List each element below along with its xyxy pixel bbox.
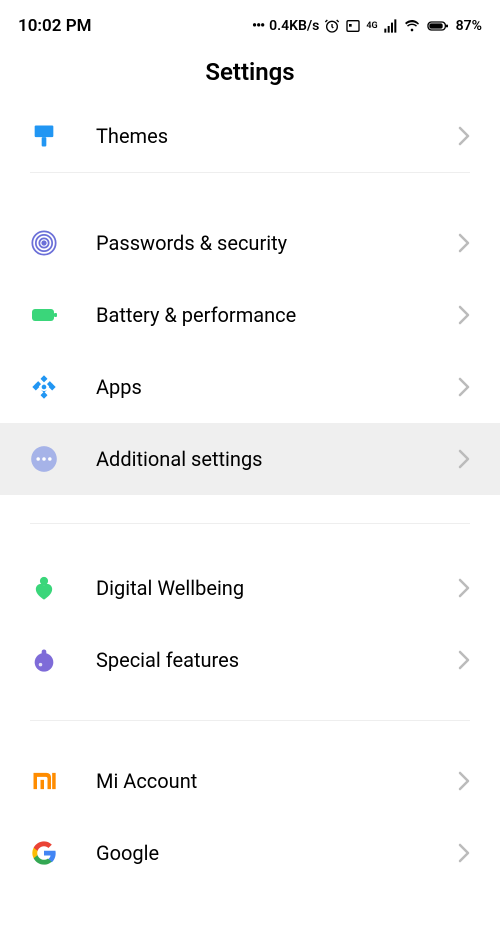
battery-performance-icon xyxy=(30,301,58,329)
chevron-right-icon xyxy=(458,126,470,146)
battery-icon xyxy=(425,18,451,34)
page-title: Settings xyxy=(0,40,500,100)
alarm-icon xyxy=(324,18,340,34)
chevron-right-icon xyxy=(458,449,470,469)
status-time: 10:02 PM xyxy=(18,16,92,36)
item-themes[interactable]: Themes xyxy=(0,100,500,172)
fingerprint-icon xyxy=(30,229,58,257)
google-icon xyxy=(30,839,58,867)
item-passwords-security[interactable]: Passwords & security xyxy=(0,207,500,279)
wifi-icon xyxy=(404,18,420,34)
themes-icon xyxy=(30,122,58,150)
apps-icon xyxy=(30,373,58,401)
chevron-right-icon xyxy=(458,843,470,863)
item-battery-performance[interactable]: Battery & performance xyxy=(0,279,500,351)
chevron-right-icon xyxy=(458,771,470,791)
calendar-icon xyxy=(345,18,361,34)
mi-icon xyxy=(30,767,58,795)
item-digital-wellbeing[interactable]: Digital Wellbeing xyxy=(0,552,500,624)
item-label: Apps xyxy=(96,375,458,399)
battery-percent: 87% xyxy=(456,18,482,34)
item-label: Passwords & security xyxy=(96,231,458,255)
chevron-right-icon xyxy=(458,650,470,670)
item-label: Additional settings xyxy=(96,447,458,471)
status-indicators: ••• 0.4KB/s 4G 87% xyxy=(252,18,482,34)
more-indicator: ••• xyxy=(252,18,264,34)
spacer xyxy=(0,721,500,745)
item-label: Mi Account xyxy=(96,769,458,793)
item-mi-account[interactable]: Mi Account xyxy=(0,745,500,817)
additional-icon xyxy=(30,445,58,473)
wellbeing-icon xyxy=(30,574,58,602)
network-type: 4G xyxy=(366,22,377,31)
chevron-right-icon xyxy=(458,305,470,325)
status-bar: 10:02 PM ••• 0.4KB/s 4G 87% xyxy=(0,0,500,40)
item-additional-settings[interactable]: Additional settings xyxy=(0,423,500,495)
spacer xyxy=(0,696,500,720)
item-label: Themes xyxy=(96,124,458,148)
signal-icon xyxy=(383,18,399,34)
network-speed: 0.4KB/s xyxy=(269,18,319,34)
chevron-right-icon xyxy=(458,233,470,253)
spacer xyxy=(0,524,500,552)
chevron-right-icon xyxy=(458,578,470,598)
chevron-right-icon xyxy=(458,377,470,397)
item-apps[interactable]: Apps xyxy=(0,351,500,423)
item-google[interactable]: Google xyxy=(0,817,500,889)
special-features-icon xyxy=(30,646,58,674)
settings-list: Themes Passwords & security Battery & pe… xyxy=(0,100,500,889)
item-special-features[interactable]: Special features xyxy=(0,624,500,696)
item-label: Google xyxy=(96,841,458,865)
item-label: Special features xyxy=(96,648,458,672)
spacer xyxy=(0,495,500,523)
spacer xyxy=(0,173,500,207)
item-label: Digital Wellbeing xyxy=(96,576,458,600)
item-label: Battery & performance xyxy=(96,303,458,327)
